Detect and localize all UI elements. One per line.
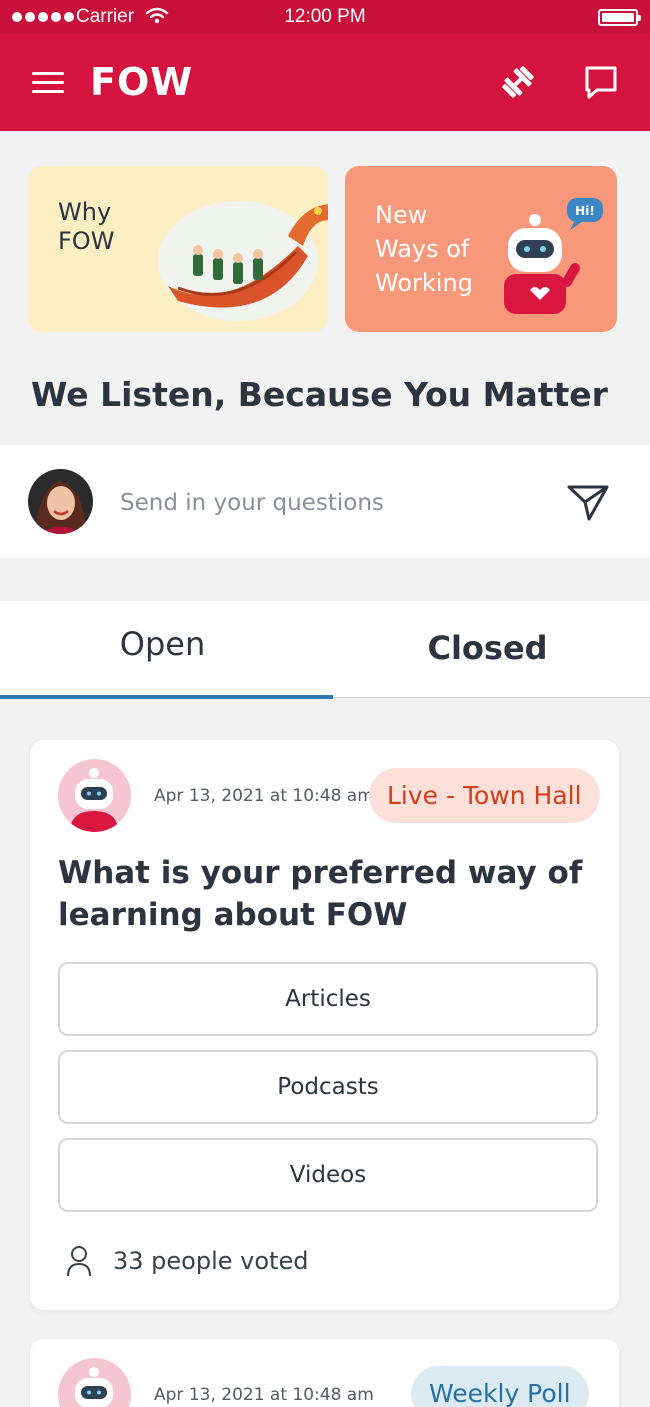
user-avatar [28, 469, 93, 534]
battery-icon [598, 9, 641, 26]
vote-count-text: 33 people voted [113, 1247, 309, 1275]
status-badge: Weekly Poll [411, 1366, 589, 1407]
status-bar: Carrier 12:00 PM [0, 0, 650, 34]
robot-illustration: Hi! [504, 198, 603, 314]
poll-date: Apr 13, 2021 at 10:48 am [154, 1385, 374, 1405]
tab-closed[interactable]: Closed [325, 601, 650, 698]
poll-tabs: Open Closed [0, 601, 650, 699]
status-badge: Live - Town Hall [369, 768, 600, 823]
new-ways-banner[interactable]: New Ways of Working Hi! [345, 166, 617, 332]
dumbbell-icon[interactable] [498, 62, 538, 102]
clock: 12:00 PM [284, 6, 366, 27]
app-title: FOW [90, 60, 194, 104]
poll-card: Apr 13, 2021 at 10:48 am Live - Town Hal… [30, 740, 619, 1310]
tab-open[interactable]: Open [0, 601, 333, 699]
menu-icon[interactable] [32, 72, 64, 94]
why-fow-label: Why FOW [58, 198, 115, 255]
dragon-boat-illustration [158, 201, 328, 321]
question-input[interactable] [120, 483, 530, 523]
page-headline: We Listen, Because You Matter [31, 375, 608, 414]
option-button[interactable]: Podcasts [58, 1050, 598, 1124]
person-icon [67, 1246, 91, 1277]
svg-text:Hi!: Hi! [575, 204, 595, 218]
poll-card: Apr 13, 2021 at 10:48 am Weekly Poll [30, 1339, 619, 1407]
app-bar: FOW [0, 34, 650, 131]
chat-icon[interactable] [581, 62, 621, 102]
bot-avatar [58, 1358, 131, 1407]
question-composer [0, 445, 650, 558]
poll-question: What is your preferred way of learning a… [58, 855, 583, 933]
bot-avatar [58, 759, 131, 832]
send-icon[interactable] [566, 482, 610, 522]
poll-date: Apr 13, 2021 at 10:48 am [154, 786, 374, 806]
why-fow-banner[interactable]: Why FOW [28, 166, 328, 332]
option-button[interactable]: Articles [58, 962, 598, 1036]
new-ways-label: New Ways of Working [375, 201, 473, 297]
option-button[interactable]: Videos [58, 1138, 598, 1212]
